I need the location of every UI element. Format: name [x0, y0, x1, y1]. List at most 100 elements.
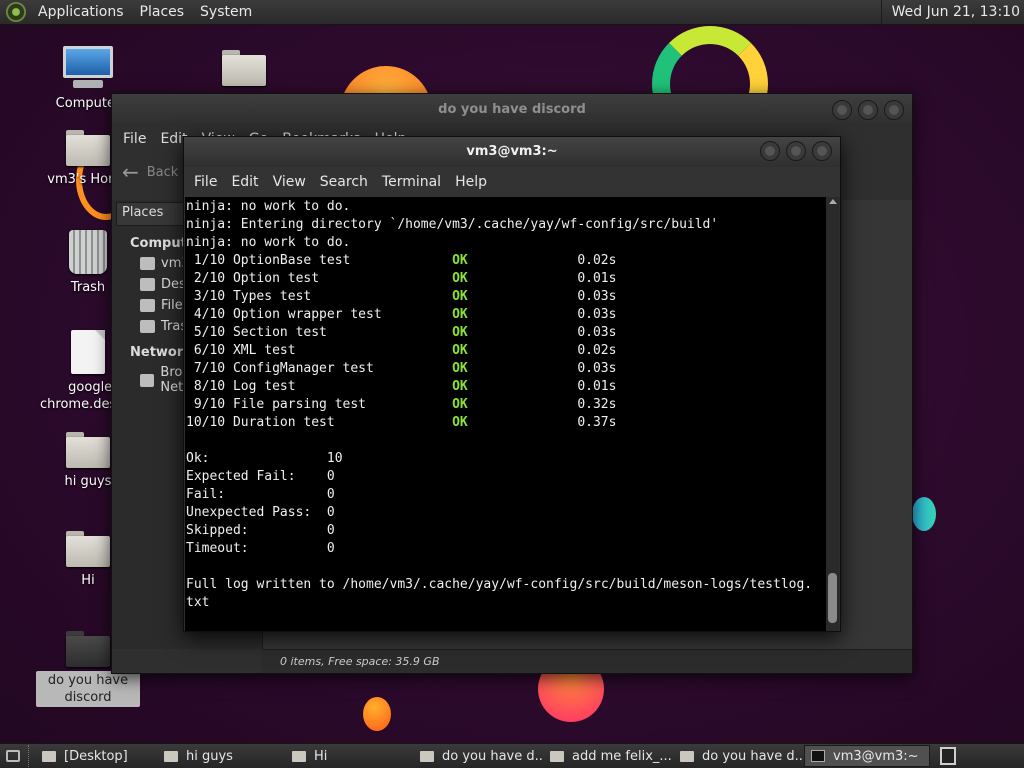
taskbar-item-terminal[interactable]: vm3@vm3:~: [804, 745, 930, 767]
folder-icon: [420, 750, 434, 762]
show-desktop-button[interactable]: [0, 745, 26, 767]
terminal-titlebar[interactable]: vm3@vm3:~: [184, 137, 840, 167]
top-panel: Applications Places System Wed Jun 21, 1…: [0, 0, 1024, 25]
test-time: 0.32s: [577, 397, 617, 412]
menu-file[interactable]: File: [116, 131, 153, 147]
test-result-row: 9/10 File parsing test OK 0.32s: [186, 396, 827, 414]
menu-terminal[interactable]: Terminal: [375, 174, 448, 190]
taskbar-item-label: do you have d...: [702, 748, 802, 764]
test-name: ConfigManager test: [232, 361, 374, 376]
taskbar-separator: [28, 745, 34, 767]
desktop-icon-label: Trash: [70, 280, 106, 295]
test-number: 3/10: [186, 289, 226, 304]
test-result-row: 4/10 Option wrapper test OK 0.03s: [186, 306, 827, 324]
computer-icon: [63, 46, 113, 90]
summary-value: 0: [326, 487, 335, 502]
desktop-icon-unnamed-folder[interactable]: [192, 50, 296, 90]
test-result-row: 7/10 ConfigManager test OK 0.03s: [186, 360, 827, 378]
home-folder-icon: [66, 130, 110, 166]
folder-icon: [66, 432, 110, 468]
test-number: 5/10: [186, 325, 226, 340]
test-number: 10/10: [186, 415, 226, 430]
taskbar-item-hi[interactable]: Hi: [286, 745, 412, 767]
scroll-up-arrow-icon[interactable]: [829, 199, 837, 204]
test-result-row: 3/10 Types test OK 0.03s: [186, 288, 827, 306]
test-status: OK: [452, 307, 468, 322]
summary-value: 0: [326, 505, 335, 520]
places-menu[interactable]: Places: [132, 4, 193, 20]
show-desktop-icon: [6, 750, 20, 762]
gnome-foot-icon[interactable]: [6, 2, 26, 22]
terminal-line: ninja: no work to do.: [186, 199, 351, 214]
maximize-button[interactable]: [858, 100, 878, 120]
back-button[interactable]: Back: [147, 165, 179, 180]
test-time: 0.03s: [577, 289, 617, 304]
test-number: 4/10: [186, 307, 226, 322]
close-button[interactable]: [884, 100, 904, 120]
minimize-button[interactable]: [832, 100, 852, 120]
applications-menu[interactable]: Applications: [30, 4, 132, 20]
test-result-row: 5/10 Section test OK 0.03s: [186, 324, 827, 342]
trash-icon: [69, 230, 107, 274]
folder-icon: [680, 750, 694, 762]
test-name: Option test: [232, 271, 320, 286]
test-time: 0.01s: [577, 379, 617, 394]
folder-icon: [66, 531, 110, 567]
test-name: Log test: [232, 379, 296, 394]
test-status: OK: [452, 289, 468, 304]
taskbar-item-label: add me felix_...: [572, 748, 672, 764]
clock[interactable]: Wed Jun 21, 13:10: [880, 0, 1024, 24]
terminal-scrollbar[interactable]: [826, 197, 839, 631]
test-number: 7/10: [186, 361, 226, 376]
system-menu[interactable]: System: [192, 4, 260, 20]
folder-icon: [292, 750, 306, 762]
taskbar-item-do-you-have-discord[interactable]: do you have d...: [414, 745, 542, 767]
summary-row: Timeout: 0: [186, 540, 827, 558]
maximize-button[interactable]: [786, 141, 806, 161]
test-time: 0.03s: [577, 361, 617, 376]
folder-icon: [550, 750, 564, 762]
bottom-taskbar: [Desktop] hi guys Hi do you have d... ad…: [0, 743, 1024, 768]
menu-search[interactable]: Search: [313, 174, 375, 190]
test-time: 0.03s: [577, 325, 617, 340]
summary-label: Skipped:: [186, 523, 249, 538]
summary-value: 0: [326, 541, 335, 556]
test-time: 0.02s: [577, 253, 617, 268]
test-result-row: 10/10 Duration test OK 0.37s: [186, 414, 827, 432]
taskbar-item-add-me-felix[interactable]: add me felix_...: [544, 745, 672, 767]
menu-edit[interactable]: Edit: [224, 174, 265, 190]
test-number: 2/10: [186, 271, 226, 286]
scrollbar-thumb[interactable]: [828, 573, 837, 623]
wallpaper-side-ball: [912, 497, 936, 531]
taskbar-item-hi-guys[interactable]: hi guys: [158, 745, 284, 767]
taskbar-item-desktop[interactable]: [Desktop]: [36, 745, 156, 767]
summary-row: Fail: 0: [186, 486, 827, 504]
taskbar-item-label: vm3@vm3:~: [833, 748, 919, 764]
minimize-button[interactable]: [760, 141, 780, 161]
test-name: XML test: [232, 343, 296, 358]
summary-row: Ok: 10: [186, 450, 827, 468]
test-status: OK: [452, 379, 468, 394]
trash-icon: [140, 320, 155, 333]
test-name: Types test: [232, 289, 312, 304]
terminal-window[interactable]: vm3@vm3:~ File Edit View Search Terminal…: [183, 136, 841, 632]
menu-view[interactable]: View: [266, 174, 313, 190]
workspace-switcher-icon[interactable]: [940, 747, 956, 765]
close-button[interactable]: [812, 141, 832, 161]
folder-icon: [164, 750, 178, 762]
test-time: 0.03s: [577, 307, 617, 322]
file-manager-titlebar[interactable]: do you have discord: [112, 94, 912, 126]
menu-file[interactable]: File: [187, 174, 224, 190]
menu-help[interactable]: Help: [448, 174, 494, 190]
summary-value: 10: [326, 451, 343, 466]
back-arrow-icon[interactable]: ←: [122, 160, 139, 184]
test-result-row: 8/10 Log test OK 0.01s: [186, 378, 827, 396]
taskbar-item-label: [Desktop]: [64, 748, 128, 764]
terminal-output[interactable]: ninja: no work to do. ninja: Entering dir…: [185, 197, 827, 631]
test-time: 0.02s: [577, 343, 617, 358]
taskbar-item-do-you-have-discord-2[interactable]: do you have d...: [674, 745, 802, 767]
test-status: OK: [452, 325, 468, 340]
folder-icon: [42, 750, 56, 762]
taskbar-item-label: do you have d...: [442, 748, 542, 764]
